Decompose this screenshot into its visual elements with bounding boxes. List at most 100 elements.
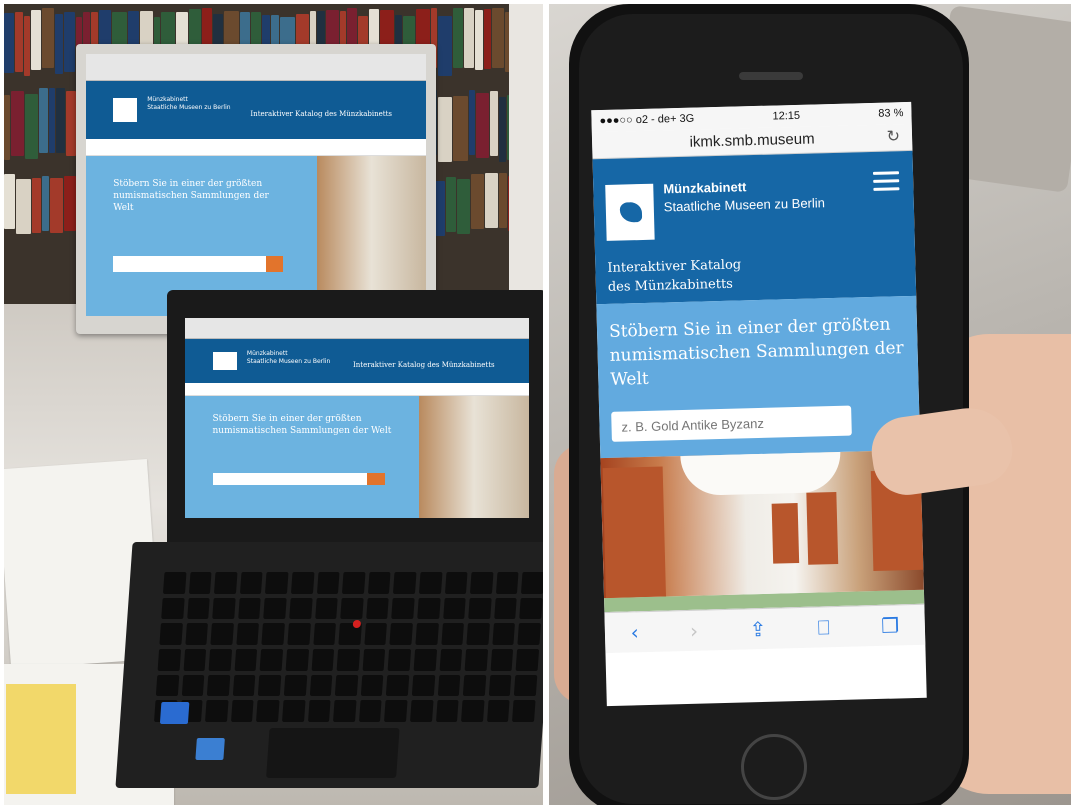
book — [492, 8, 504, 68]
key — [157, 648, 181, 671]
key — [186, 597, 210, 620]
key — [464, 648, 488, 671]
site-header: Münzkabinett Staatliche Museen zu Berlin… — [86, 81, 426, 139]
key — [239, 572, 263, 594]
key — [184, 623, 209, 645]
key — [362, 648, 386, 671]
key — [183, 648, 207, 671]
book — [16, 179, 31, 234]
key — [393, 572, 417, 594]
museum-logo-icon — [212, 352, 237, 370]
key — [410, 700, 434, 722]
phone-screen: ●●●○○ o2 - de+ 3G 12:15 83 % ikmk.smb.mu… — [591, 101, 927, 707]
key — [468, 597, 492, 620]
key — [364, 623, 388, 645]
key — [283, 674, 307, 697]
museum-logo-icon — [113, 98, 137, 122]
key — [386, 674, 410, 697]
site-header: Münzkabinett Staatliche Museen zu Berlin… — [185, 339, 529, 383]
book — [499, 173, 507, 228]
book — [15, 12, 23, 72]
brand-line1: Münzkabinett — [147, 96, 188, 104]
hero-text: Stöbern Sie in einer der größten numisma… — [113, 179, 269, 214]
key — [237, 597, 262, 620]
key — [212, 597, 236, 620]
book — [490, 91, 498, 156]
search-button — [367, 472, 385, 486]
monitor-screen: Münzkabinett Staatliche Museen zu Berlin… — [86, 54, 426, 316]
book — [476, 93, 489, 158]
search-input[interactable] — [611, 405, 852, 442]
key — [462, 674, 487, 697]
menu-icon[interactable] — [872, 171, 900, 192]
catalog-title: Interaktiver Katalog des Münzkabinetts — [353, 361, 495, 369]
book — [499, 97, 506, 162]
book — [485, 173, 498, 228]
key — [437, 674, 461, 697]
key — [314, 597, 338, 620]
museum-logo-icon[interactable] — [605, 183, 655, 241]
sticky-note — [6, 684, 76, 794]
key — [309, 674, 333, 697]
catalog-title: Interaktiver Katalog des Münzkabinetts — [607, 255, 742, 296]
key — [287, 623, 311, 645]
key — [289, 597, 313, 620]
laptop-lid: Münzkabinett Staatliche Museen zu Berlin… — [167, 290, 543, 542]
book — [39, 88, 48, 153]
brand-line1: Münzkabinett — [246, 350, 288, 358]
home-button[interactable] — [741, 734, 807, 800]
book — [464, 8, 474, 68]
key — [236, 623, 260, 645]
cabinet — [602, 466, 667, 599]
book — [56, 88, 65, 153]
url-text: ikmk.smb.museum — [689, 130, 815, 151]
book — [31, 10, 41, 70]
back-icon[interactable]: ‹ — [630, 620, 639, 644]
brand-line2: Staatliche Museen zu Berlin — [147, 104, 231, 112]
key — [181, 674, 205, 697]
key — [517, 623, 541, 645]
site-nav — [86, 138, 426, 156]
key — [312, 623, 337, 645]
book — [435, 181, 445, 236]
intel-sticker-icon — [195, 738, 225, 760]
brand-text: Münzkabinett Staatliche Museen zu Berlin — [147, 96, 230, 112]
cabinet — [806, 492, 839, 565]
bookmarks-icon[interactable]: ⎕ — [817, 615, 830, 639]
key — [391, 597, 415, 620]
key — [387, 648, 412, 671]
book — [446, 177, 456, 232]
cabinet — [771, 503, 800, 564]
key — [492, 623, 516, 645]
touchpad — [266, 728, 400, 778]
brand-name[interactable]: Münzkabinett — [663, 179, 746, 196]
tabs-icon[interactable]: ❐ — [881, 613, 900, 637]
key — [442, 597, 466, 620]
keyboard-keys — [154, 572, 543, 722]
reload-icon[interactable]: ↻ — [886, 124, 900, 150]
key — [259, 648, 284, 671]
key — [440, 623, 465, 645]
hero: Stöbern Sie in einer der größten numisma… — [596, 295, 921, 459]
laptop-keyboard — [115, 542, 543, 788]
key — [205, 700, 229, 722]
key — [444, 572, 468, 594]
key — [290, 572, 315, 594]
key — [365, 597, 390, 620]
share-icon[interactable]: ⇪ — [749, 617, 766, 641]
book — [484, 9, 491, 69]
laptop-screen: Münzkabinett Staatliche Museen zu Berlin… — [185, 318, 529, 518]
key — [411, 674, 435, 697]
book — [11, 91, 24, 156]
key — [285, 648, 309, 671]
hero-text: Stöbern Sie in einer der größten numisma… — [608, 314, 904, 390]
key — [159, 623, 183, 645]
forward-icon[interactable]: › — [690, 619, 699, 643]
book — [24, 16, 30, 76]
catalog-title: Interaktiver Katalog des Münzkabinetts — [250, 110, 392, 118]
key — [311, 648, 335, 671]
key — [263, 597, 287, 620]
carrier-text: ●●●○○ o2 - de+ 3G — [599, 112, 695, 128]
brand-text: Münzkabinett Staatliche Museen zu Berlin — [247, 350, 330, 366]
key — [384, 700, 408, 722]
